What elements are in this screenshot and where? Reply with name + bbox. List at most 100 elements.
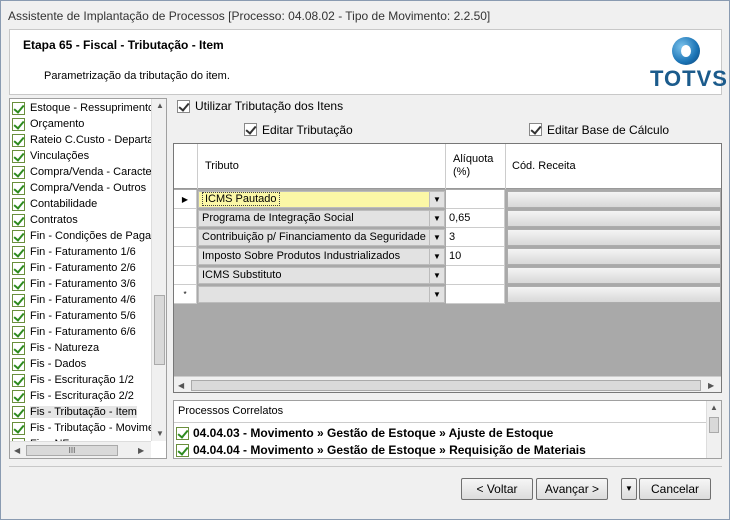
tributo-combo[interactable]: Imposto Sobre Produtos Industrializados ▼ [198, 248, 445, 265]
cod-receita-button[interactable] [507, 191, 721, 208]
tree-item[interactable]: Rateio C.Custo - Departamento [12, 132, 166, 148]
cod-receita-button[interactable] [507, 229, 721, 246]
tree-horizontal-scrollbar[interactable]: ◀ III ▶ [10, 441, 151, 458]
tree-item[interactable]: Contabilidade [12, 196, 97, 212]
tree-item-label: Fis - Natureza [30, 342, 100, 354]
tributo-combo[interactable]: ICMS Substituto ▼ [198, 267, 445, 284]
cancel-button[interactable]: Cancelar [639, 478, 711, 500]
row-header[interactable]: * [174, 285, 197, 304]
tree-item-label: Fis - Tributação - Item [30, 406, 137, 418]
row-header-column [174, 144, 198, 189]
process-link[interactable]: 04.04.03 - Movimento » Gestão de Estoque… [193, 426, 553, 440]
tree-item[interactable]: Compra/Venda - Outros [12, 180, 146, 196]
chevron-down-icon[interactable]: ▼ [429, 287, 444, 302]
tree-item-label: Estoque - Ressuprimento [30, 102, 155, 114]
table-row[interactable]: Programa de Integração Social ▼ 0,65 [174, 209, 721, 228]
tributo-combo[interactable]: Programa de Integração Social ▼ [198, 210, 445, 227]
chevron-down-icon[interactable]: ▼ [429, 192, 444, 207]
process-link[interactable]: 04.04.04 - Movimento » Gestão de Estoque… [193, 443, 586, 457]
check-icon [12, 149, 25, 163]
tree-item[interactable]: Fis - Tributação - Item [12, 404, 137, 420]
col-cod-receita[interactable]: Cód. Receita [506, 144, 721, 189]
tree-item-label: Fis - Dados [30, 358, 87, 370]
processos-scrollbar[interactable]: ▲ [706, 401, 721, 458]
scroll-up-icon[interactable]: ▲ [710, 403, 718, 412]
check-icon [12, 421, 25, 435]
col-tributo[interactable]: Tributo [198, 144, 446, 189]
row-header[interactable] [174, 247, 197, 266]
tree-item[interactable]: Compra/Venda - Características [12, 164, 166, 180]
aliquota-cell[interactable] [446, 285, 505, 304]
table-row[interactable]: ICMS Substituto ▼ [174, 266, 721, 285]
table-row[interactable]: ▶ ICMS Pautado ▼ [174, 190, 721, 209]
cod-receita-button[interactable] [507, 267, 721, 284]
chevron-down-icon[interactable]: ▼ [429, 211, 444, 226]
logo-text: TOTVS [650, 66, 728, 91]
tree-vertical-scrollbar[interactable]: ▲ ▼ [151, 99, 166, 441]
tree-item[interactable]: Fis - Escrituração 2/2 [12, 388, 134, 404]
tributo-combo[interactable]: ICMS Pautado ▼ [198, 191, 445, 208]
tree-item[interactable]: Fis - Escrituração 1/2 [12, 372, 134, 388]
scroll-left-icon[interactable]: ◀ [14, 446, 20, 455]
tree-item[interactable]: Fin - Faturamento 4/6 [12, 292, 136, 308]
chevron-down-icon[interactable]: ▼ [429, 249, 444, 264]
tributo-combo[interactable]: Contribuição p/ Financiamento da Segurid… [198, 229, 445, 246]
check-icon [12, 165, 25, 179]
tree-scroll-thumb[interactable] [154, 295, 165, 365]
window-title: Assistente de Implantação de Processos [… [8, 9, 491, 23]
tree-item[interactable]: Fin - Faturamento 2/6 [12, 260, 136, 276]
tree-item[interactable]: Fis - Dados [12, 356, 86, 372]
row-header[interactable] [174, 266, 197, 285]
editar-base-checkbox[interactable] [529, 123, 542, 136]
tree-item[interactable]: Fis - Tributação - Movimento [12, 420, 166, 436]
back-button[interactable]: < Voltar [461, 478, 533, 500]
aliquota-cell[interactable] [446, 190, 505, 209]
tree-item[interactable]: Fis - Natureza [12, 340, 99, 356]
aliquota-cell[interactable] [446, 266, 505, 285]
aliquota-cell[interactable]: 3 [446, 228, 505, 247]
grid-scroll-thumb[interactable] [191, 380, 701, 391]
table-row[interactable]: Imposto Sobre Produtos Industrializados ▼… [174, 247, 721, 266]
grid-horizontal-scrollbar[interactable]: ◀ ▶ [174, 376, 721, 392]
step-tree[interactable]: Estoque - Ressuprimento Orçamento Rateio C… [9, 98, 167, 459]
row-header[interactable]: ▶ [174, 190, 197, 209]
options-dropdown-button[interactable]: ▼ [621, 478, 637, 500]
row-header[interactable] [174, 228, 197, 247]
tree-item[interactable]: Fin - Faturamento 5/6 [12, 308, 136, 324]
col-aliquota-label: Alíquota (%) [453, 153, 494, 178]
step-header: Etapa 65 - Fiscal - Tributação - Item Pa… [9, 29, 728, 95]
tree-hscroll-thumb[interactable]: III [26, 445, 118, 456]
aliquota-cell[interactable]: 0,65 [446, 209, 505, 228]
next-button[interactable]: Avançar > [536, 478, 608, 500]
table-row[interactable]: * ▼ [174, 285, 721, 304]
tree-item[interactable]: Fin - Faturamento 6/6 [12, 324, 136, 340]
utilizar-tributacao-checkbox[interactable] [177, 100, 190, 113]
tree-item[interactable]: Contratos [12, 212, 78, 228]
scroll-right-icon[interactable]: ▶ [138, 446, 144, 455]
chevron-down-icon[interactable]: ▼ [429, 230, 444, 245]
chevron-down-icon[interactable]: ▼ [429, 268, 444, 283]
tree-item[interactable]: Estoque - Ressuprimento [12, 100, 154, 116]
row-header[interactable] [174, 209, 197, 228]
scroll-down-icon[interactable]: ▼ [156, 429, 164, 438]
tributo-combo[interactable]: ▼ [198, 286, 445, 303]
scroll-right-icon[interactable]: ▶ [708, 381, 714, 390]
totvs-orb-icon [672, 37, 700, 65]
list-item[interactable]: 04.04.03 - Movimento » Gestão de Estoque… [176, 425, 553, 441]
table-row[interactable]: Contribuição p/ Financiamento da Segurid… [174, 228, 721, 247]
col-aliquota[interactable]: Alíquota (%) [446, 144, 506, 189]
list-item[interactable]: 04.04.04 - Movimento » Gestão de Estoque… [176, 442, 586, 458]
scroll-left-icon[interactable]: ◀ [178, 381, 184, 390]
aliquota-cell[interactable]: 10 [446, 247, 505, 266]
cod-receita-button[interactable] [507, 248, 721, 265]
tree-item[interactable]: Fin - Faturamento 3/6 [12, 276, 136, 292]
tree-item[interactable]: Fin - Faturamento 1/6 [12, 244, 136, 260]
cod-receita-button[interactable] [507, 210, 721, 227]
tree-item[interactable]: Fin - Condições de Pagamento [12, 228, 166, 244]
scroll-up-icon[interactable]: ▲ [156, 101, 164, 110]
tree-item[interactable]: Orçamento [12, 116, 84, 132]
editar-tributacao-checkbox[interactable] [244, 123, 257, 136]
cod-receita-button[interactable] [507, 286, 721, 303]
tree-item[interactable]: Vinculações [12, 148, 89, 164]
processos-scroll-thumb[interactable] [709, 417, 719, 433]
